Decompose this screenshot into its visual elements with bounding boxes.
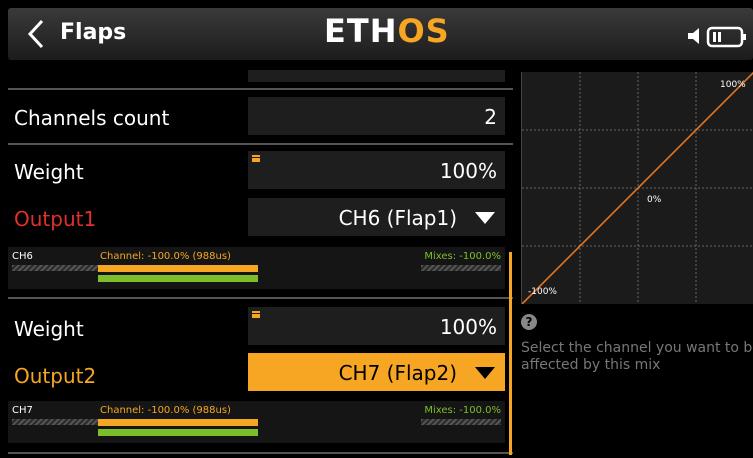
dropdown-arrow-icon [475, 367, 495, 379]
back-arrow-icon[interactable] [22, 17, 52, 51]
channels-count-label: Channels count [14, 106, 170, 130]
output1-dropdown[interactable]: CH6 (Flap1) [248, 198, 505, 236]
page-title: Flaps [60, 20, 127, 45]
monitor-channel: CH6 [12, 251, 33, 262]
monitor-channel: CH7 [12, 405, 33, 416]
graph-label-min: -100% [528, 287, 557, 297]
divider [8, 452, 513, 454]
graph-label-max: 100% [720, 80, 746, 90]
monitor-channel-info: Channel: -100.0% (988us) [100, 251, 231, 262]
monitor-hatch [421, 419, 501, 425]
logo-part-2: OS [397, 12, 450, 50]
curve-graph: 100% 0% -100% [521, 72, 753, 304]
output1-label: Output1 [14, 207, 97, 231]
weight2-label: Weight [14, 317, 84, 341]
mixes-output-bar [98, 275, 258, 282]
curve-graph-canvas [522, 72, 753, 304]
weight2-value: 100% [439, 315, 497, 339]
ethos-logo: ETHOS [324, 12, 450, 50]
help-text-line1: Select the channel you want to b [521, 340, 753, 356]
channels-count-value: 2 [484, 105, 497, 129]
top-bar: Flaps ETHOS [0, 0, 753, 70]
monitor-mixes-info: Mixes: -100.0% [424, 251, 501, 262]
speaker-icon[interactable] [686, 26, 704, 46]
help-text: Select the channel you want to b affecte… [521, 340, 753, 374]
divider [8, 297, 513, 299]
output2-dropdown[interactable]: CH7 (Flap2) [248, 353, 505, 391]
monitor-channel-info: Channel: -100.0% (988us) [100, 405, 231, 416]
monitor-hatch [12, 419, 98, 425]
output1-value: CH6 (Flap1) [338, 206, 457, 230]
output2-label: Output2 [14, 364, 97, 388]
output2-value: CH7 (Flap2) [338, 361, 457, 385]
logo-part-1: ETH [324, 12, 398, 50]
graph-label-mid: 0% [647, 195, 662, 205]
weight1-value: 100% [439, 159, 497, 183]
help-text-line2: affected by this mix [521, 357, 661, 373]
scrollbar[interactable] [509, 252, 512, 455]
divider [8, 88, 513, 90]
channels-count-field[interactable]: 2 [248, 97, 505, 135]
channel-monitor-ch6: CH6 Channel: -100.0% (988us) Mixes: -100… [8, 247, 505, 289]
mixes-output-bar [98, 429, 258, 436]
divider [8, 143, 513, 145]
weight2-field[interactable]: 100% [248, 307, 505, 345]
monitor-mixes-info: Mixes: -100.0% [424, 405, 501, 416]
help-icon: ? [521, 314, 537, 330]
channel-output-bar [98, 265, 258, 272]
dropdown-arrow-icon [475, 212, 495, 224]
edit-marker-icon [252, 155, 260, 162]
weight1-label: Weight [14, 160, 84, 184]
monitor-hatch [421, 265, 501, 271]
monitor-hatch [12, 265, 98, 271]
channel-monitor-ch7: CH7 Channel: -100.0% (988us) Mixes: -100… [8, 401, 505, 443]
channel-output-bar [98, 419, 258, 426]
previous-field-partial[interactable] [248, 70, 505, 82]
weight1-field[interactable]: 100% [248, 151, 505, 189]
battery-icon [706, 26, 746, 48]
edit-marker-icon [252, 311, 260, 318]
